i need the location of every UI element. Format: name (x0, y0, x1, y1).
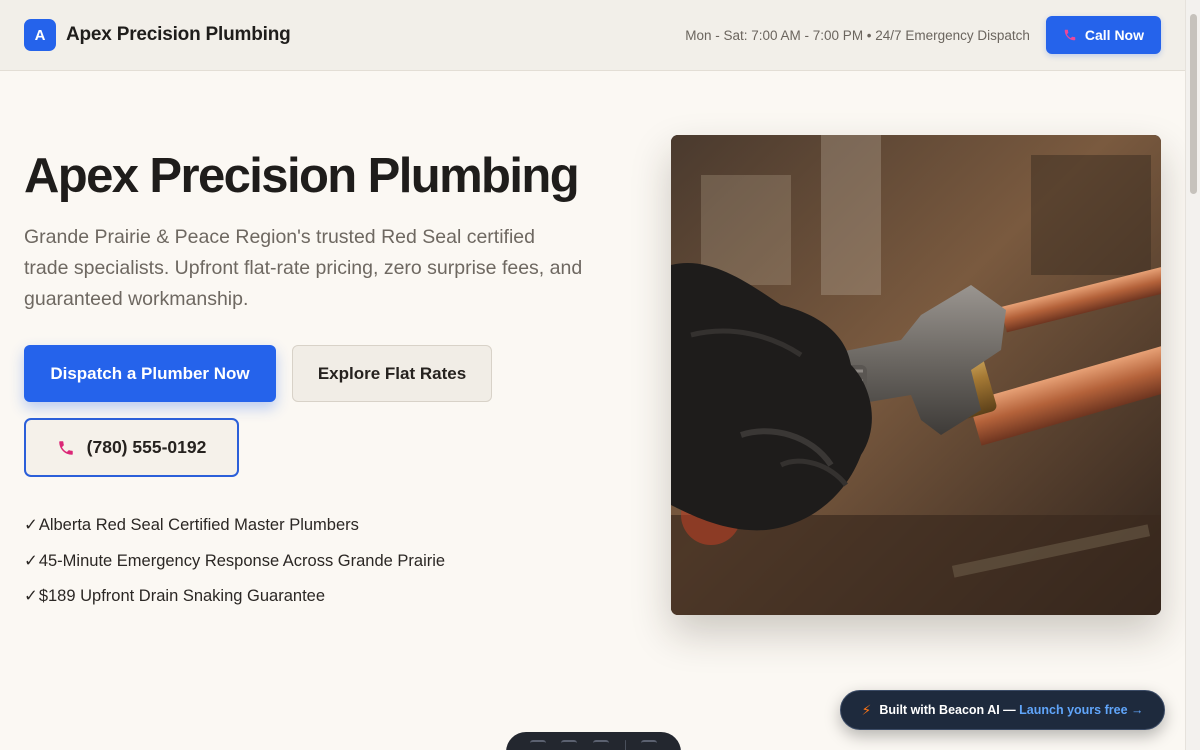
check-icon: ✓ (24, 587, 38, 605)
phone-number-button[interactable]: (780) 555-0192 (24, 418, 239, 477)
wrench-photo (671, 135, 1161, 615)
launch-free-link[interactable]: Launch yours free → (1019, 703, 1143, 717)
phone-icon (58, 440, 73, 455)
settings-icon[interactable] (641, 740, 658, 748)
toolbar-icon[interactable] (592, 740, 609, 748)
toolbar-divider (624, 740, 626, 750)
scroll-thumb[interactable] (1190, 14, 1197, 194)
call-now-label: Call Now (1084, 27, 1144, 43)
feature-text: $189 Upfront Drain Snaking Guarantee (38, 587, 326, 605)
badge-text: Built with Beacon AI — Launch yours free… (879, 703, 1143, 717)
feature-text: 45-Minute Emergency Response Across Gran… (38, 551, 446, 570)
header-right: Mon - Sat: 7:00 AM - 7:00 PM • 24/7 Emer… (685, 16, 1161, 54)
bottom-toolbar[interactable] (506, 732, 681, 750)
brand-logo: A (24, 19, 56, 51)
check-icon: ✓ (24, 551, 38, 570)
toolbar-icon[interactable] (561, 740, 578, 748)
brand-name: Apex Precision Plumbing (66, 24, 291, 45)
check-icon: ✓ (24, 516, 38, 534)
explore-flat-rates-button[interactable]: Explore Flat Rates (292, 345, 492, 402)
feature-item: ✓ 45-Minute Emergency Response Across Gr… (24, 550, 445, 586)
feature-item: ✓ $189 Upfront Drain Snaking Guarantee (24, 585, 445, 621)
feature-text: Alberta Red Seal Certified Master Plumbe… (38, 516, 359, 534)
hero-subtitle: Grande Prairie & Peace Region's trusted … (24, 226, 583, 310)
site-header: A Apex Precision Plumbing Mon - Sat: 7:0… (0, 0, 1185, 71)
built-with-badge[interactable]: ⚡ Built with Beacon AI — Launch yours fr… (840, 690, 1165, 730)
call-now-button[interactable]: Call Now (1045, 16, 1161, 54)
phone-number: (780) 555-0192 (86, 437, 207, 457)
scrollbar[interactable] (1185, 0, 1200, 750)
feature-list: ✓ Alberta Red Seal Certified Master Plum… (24, 514, 445, 621)
hero-image (671, 135, 1161, 615)
feature-item: ✓ Alberta Red Seal Certified Master Plum… (24, 514, 445, 550)
phone-icon (1064, 29, 1076, 41)
business-hours: Mon - Sat: 7:00 AM - 7:00 PM • 24/7 Emer… (685, 27, 1030, 43)
hero-title: Apex Precision Plumbing (24, 149, 580, 203)
dispatch-plumber-button[interactable]: Dispatch a Plumber Now (24, 345, 276, 402)
brand[interactable]: A Apex Precision Plumbing (24, 19, 291, 51)
bolt-icon: ⚡ (861, 701, 872, 718)
badge-label: Built with Beacon AI — (879, 703, 1020, 717)
toolbar-icon[interactable] (529, 740, 546, 748)
